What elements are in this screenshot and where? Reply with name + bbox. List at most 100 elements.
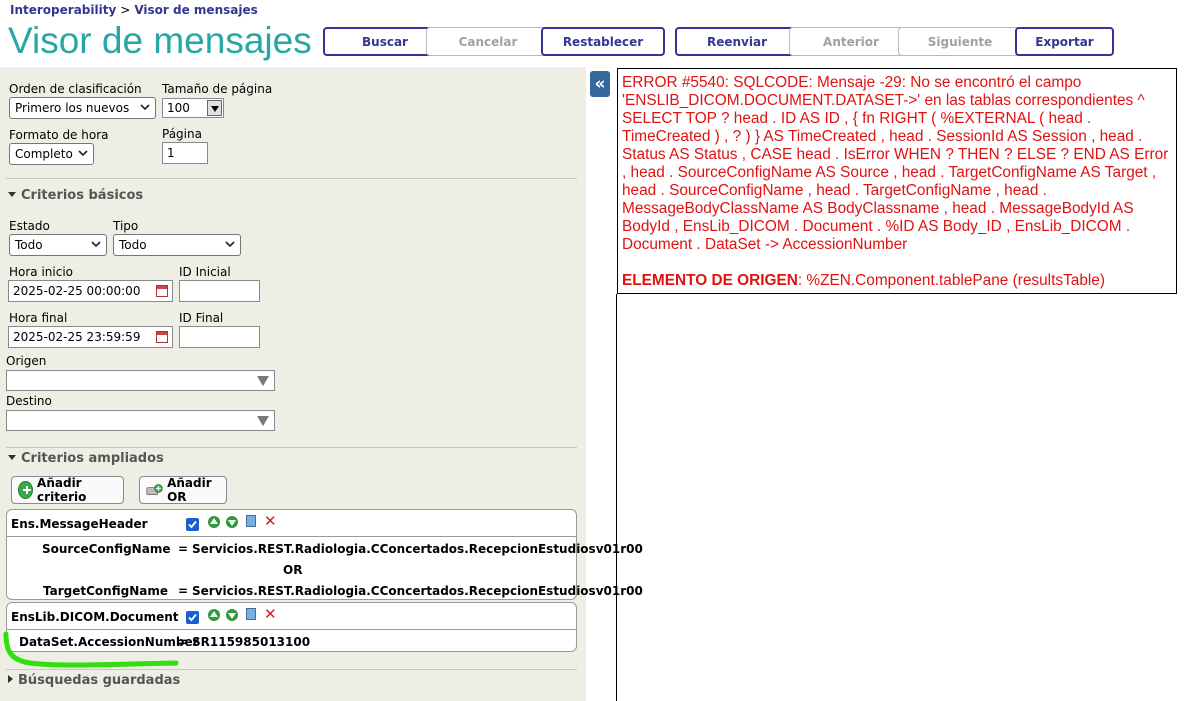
criterion-group-header: EnsLib.DICOM.Document ✕ (7, 603, 576, 630)
type-value: Todo (119, 238, 147, 252)
enabled-checkbox[interactable] (186, 611, 199, 624)
cancel-button[interactable]: Cancelar (426, 27, 550, 56)
page-title: Visor de mensajes (8, 20, 312, 61)
divider (6, 178, 577, 179)
breadcrumb-current[interactable]: Visor de mensajes (134, 3, 257, 17)
delete-icon[interactable]: ✕ (264, 514, 277, 529)
sort-select-value: Primero los nuevos (15, 101, 130, 115)
basic-criteria-title: Criterios básicos (21, 188, 144, 203)
breadcrumb: Interoperability > Visor de mensajes (10, 3, 258, 17)
status-select[interactable]: Todo (9, 234, 107, 256)
type-select[interactable]: Todo (113, 234, 241, 256)
end-id-input[interactable] (179, 326, 260, 348)
page-input[interactable]: 1 (162, 142, 208, 164)
reset-button[interactable]: Restablecer (541, 27, 665, 56)
move-up-icon[interactable] (208, 516, 220, 528)
error-panel: ERROR #5540: SQLCODE: Mensaje -29: No se… (617, 68, 1177, 294)
start-time-value: 2025-02-25 00:00:00 (13, 284, 141, 298)
breadcrumb-root-link[interactable]: Interoperability (10, 3, 116, 17)
target-label: Destino (6, 394, 52, 408)
end-time-value: 2025-02-25 23:59:59 (13, 330, 141, 344)
criterion-field[interactable]: SourceConfigName (42, 542, 170, 556)
time-format-value: Completo (15, 147, 73, 161)
page-size-label: Tamaño de página (162, 82, 273, 96)
criterion-field[interactable]: TargetConfigName (43, 584, 168, 598)
resend-button[interactable]: Reenviar (675, 27, 799, 56)
criterion-value[interactable]: SR115985013100 (192, 635, 310, 649)
sort-select[interactable]: Primero los nuevos (9, 97, 156, 119)
time-format-select[interactable]: Completo (9, 143, 94, 165)
start-time-label: Hora inicio (9, 265, 74, 279)
add-criterion-label: Añadir criterio (37, 476, 87, 504)
next-button[interactable]: Siguiente (898, 27, 1022, 56)
delete-icon[interactable]: ✕ (264, 607, 277, 622)
calendar-icon[interactable] (156, 331, 168, 343)
end-time-input[interactable]: 2025-02-25 23:59:59 (8, 326, 173, 348)
criterion-operator: = (178, 584, 189, 598)
export-button[interactable]: Exportar (1015, 27, 1114, 56)
copy-icon[interactable] (246, 608, 256, 620)
time-format-label: Formato de hora (9, 128, 109, 142)
criterion-value[interactable]: Servicios.REST.Radiologia.CConcertados.R… (192, 542, 643, 556)
dropdown-arrow-icon[interactable] (207, 100, 222, 116)
error-origin-label: ELEMENTO DE ORIGEN (622, 272, 798, 289)
dropdown-arrow-icon[interactable] (257, 376, 269, 386)
end-time-label: Hora final (9, 311, 68, 325)
chevron-down-icon (225, 241, 235, 248)
extended-criteria-header[interactable]: Criterios ampliados (8, 451, 164, 466)
error-origin: ELEMENTO DE ORIGEN: %ZEN.Component.table… (622, 272, 1172, 290)
source-combobox[interactable] (6, 370, 275, 391)
breadcrumb-separator: > (120, 3, 131, 17)
divider (6, 669, 577, 670)
start-time-input[interactable]: 2025-02-25 00:00:00 (8, 280, 173, 302)
page-label: Página (162, 127, 202, 141)
or-separator: OR (283, 563, 303, 577)
saved-searches-title: Búsquedas guardadas (18, 673, 181, 688)
chevron-down-icon (78, 150, 88, 157)
collapse-panel-button[interactable]: « (590, 71, 610, 97)
error-origin-value: : %ZEN.Component.tablePane (resultsTable… (797, 272, 1105, 289)
filter-panel: Orden de clasificación Primero los nuevo… (0, 67, 643, 701)
move-down-icon[interactable] (226, 516, 238, 528)
add-icon (18, 481, 34, 499)
caret-down-icon (8, 192, 16, 197)
saved-searches-header[interactable]: Búsquedas guardadas (8, 673, 180, 688)
dropdown-arrow-icon[interactable] (257, 416, 269, 426)
calendar-icon[interactable] (156, 285, 168, 297)
caret-right-icon (8, 675, 13, 683)
copy-icon[interactable] (246, 515, 256, 527)
divider (6, 447, 577, 448)
enabled-checkbox[interactable] (186, 518, 199, 531)
end-id-label: ID Final (179, 311, 224, 325)
target-combobox[interactable] (6, 410, 275, 431)
add-or-label: Añadir OR (167, 476, 212, 504)
previous-button[interactable]: Anterior (789, 27, 913, 56)
start-id-label: ID Inicial (179, 265, 231, 279)
add-criterion-button[interactable]: Añadir criterio (11, 476, 124, 504)
criterion-group-title: Ens.MessageHeader (11, 517, 148, 531)
criterion-operator: = (178, 635, 189, 649)
status-value: Todo (15, 238, 43, 252)
add-or-icon (146, 484, 163, 496)
type-label: Tipo (113, 219, 139, 233)
page-size-value: 100 (167, 101, 190, 115)
page-size-select[interactable]: 100 (162, 98, 224, 118)
add-or-button[interactable]: Añadir OR (139, 476, 227, 504)
chevron-down-icon (91, 241, 101, 248)
move-up-icon[interactable] (208, 609, 220, 621)
criterion-group-title: EnsLib.DICOM.Document (11, 610, 179, 624)
criterion-value[interactable]: Servicios.REST.Radiologia.CConcertados.R… (192, 584, 643, 598)
basic-criteria-header[interactable]: Criterios básicos (8, 188, 143, 203)
move-down-icon[interactable] (226, 609, 238, 621)
start-id-input[interactable] (179, 280, 260, 302)
criterion-group-message-header: Ens.MessageHeader ✕ SourceConfigName = S… (6, 509, 643, 600)
sort-label: Orden de clasificación (9, 82, 142, 96)
criterion-field[interactable]: DataSet.AccessionNumber (19, 635, 199, 649)
extended-criteria-title: Criterios ampliados (21, 451, 164, 466)
criterion-operator: = (178, 542, 189, 556)
criterion-group-dicom-document: EnsLib.DICOM.Document ✕ DataSet.Accessio… (6, 602, 577, 652)
chevron-down-icon (140, 104, 150, 111)
criterion-group-header: Ens.MessageHeader ✕ (7, 510, 576, 537)
status-label: Estado (9, 219, 50, 233)
caret-down-icon (8, 455, 16, 460)
